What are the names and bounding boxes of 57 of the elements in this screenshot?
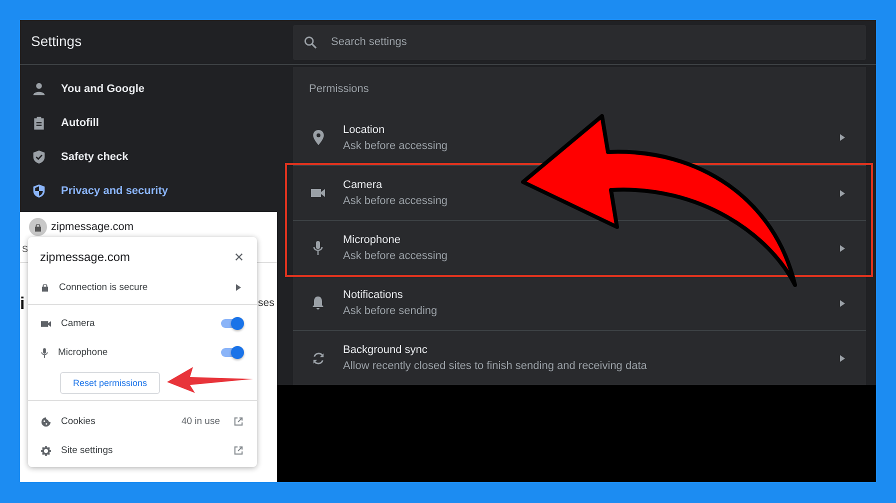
page-text: ses: [258, 297, 274, 309]
permission-title: Notifications: [343, 289, 404, 301]
window-title: Settings: [31, 33, 82, 49]
permission-title: Location: [343, 124, 386, 136]
caret-icon: [236, 284, 241, 290]
cookie-count: 40 in use: [181, 416, 220, 427]
sync-icon: [312, 352, 324, 364]
permission-label: Camera: [61, 318, 96, 329]
sidebar-item[interactable]: You and Google: [20, 72, 277, 106]
shield-check-icon: [32, 150, 46, 164]
close-icon[interactable]: [235, 253, 243, 261]
cookie-icon: [41, 416, 51, 426]
address-text[interactable]: zipmessage.com: [51, 221, 134, 233]
location-pin-icon: [312, 130, 324, 145]
page-text: S: [22, 244, 28, 254]
popup-link-row[interactable]: Cookies 40 in use: [28, 407, 257, 436]
permission-status: Ask before sending: [343, 305, 438, 317]
connection-row[interactable]: Connection is secure: [28, 277, 257, 297]
permission-status: Ask before accessing: [343, 250, 449, 262]
section-heading: Permissions: [309, 82, 369, 94]
search-bar[interactable]: Search settings: [293, 24, 866, 60]
lock-icon: [41, 282, 49, 292]
lock-icon[interactable]: [29, 218, 47, 236]
reset-permissions-button[interactable]: Reset permissions: [60, 372, 160, 394]
permission-title: Microphone: [343, 234, 402, 246]
external-link-icon: [234, 446, 243, 455]
popup-title: zipmessage.com: [40, 250, 130, 264]
person-icon: [32, 82, 46, 96]
permission-title: Camera: [343, 179, 384, 191]
shield-icon: [32, 184, 46, 198]
camera-icon: [41, 320, 51, 328]
bell-icon: [312, 296, 324, 310]
caret-icon: [840, 300, 845, 306]
camera-icon: [311, 188, 325, 198]
sidebar-item[interactable]: Autofill: [20, 106, 277, 140]
clipboard-icon: [32, 116, 46, 130]
permission-label: Microphone: [58, 347, 109, 358]
gear-icon: [41, 446, 51, 456]
permission-status: Allow recently closed sites to finish sending and receiving data: [343, 360, 648, 372]
caret-icon: [840, 134, 845, 141]
page-text: i: [20, 294, 25, 314]
popup-link-row[interactable]: Site settings: [28, 436, 257, 465]
permission-status: Ask before accessing: [343, 195, 449, 207]
toggle-switch[interactable]: [221, 319, 243, 328]
caret-icon: [840, 354, 845, 362]
microphone-icon: [41, 348, 48, 358]
caret-icon: [840, 190, 845, 196]
microphone-icon: [313, 241, 323, 255]
toggle-switch[interactable]: [221, 348, 243, 357]
permission-title: Background sync: [343, 344, 428, 356]
sidebar-item[interactable]: Privacy and security: [20, 174, 277, 208]
permission-status: Ask before accessing: [343, 140, 449, 152]
caret-icon: [840, 244, 845, 252]
external-link-icon: [234, 417, 243, 426]
sidebar-item[interactable]: Safety check: [20, 140, 277, 174]
search-icon: [304, 36, 317, 48]
search-input[interactable]: Search settings: [329, 35, 866, 49]
